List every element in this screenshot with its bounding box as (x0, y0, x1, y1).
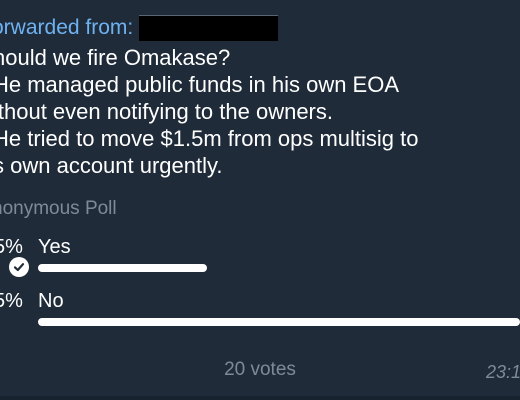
option-label: Yes (38, 236, 71, 258)
option-result-bar (38, 264, 520, 272)
question-line: s own account urgently. (0, 153, 223, 178)
check-circle-icon (9, 257, 29, 277)
poll-option-yes[interactable]: 5% Yes (0, 233, 520, 293)
question-line: He managed public funds in his own EOA (0, 72, 400, 97)
poll-option-no[interactable]: 5% No (0, 287, 520, 347)
question-line: hould we fire Omakase? (0, 45, 231, 70)
forwarded-from-label: orwarded from: (0, 16, 134, 39)
option-percent: 5% (0, 290, 23, 312)
poll-question: hould we fire Omakase? He managed public… (0, 44, 520, 179)
poll-vote-count[interactable]: 20 votes (0, 356, 520, 384)
option-result-bar-fill (38, 318, 520, 326)
forwarded-header: orwarded from: (0, 14, 279, 42)
poll-type-label: nonymous Poll (0, 198, 117, 219)
question-line: ithout even notifying to the owners. (0, 99, 333, 124)
option-result-bar-fill (38, 264, 207, 272)
redacted-sender (139, 15, 279, 41)
message-timestamp: 23:1 (486, 362, 520, 382)
poll-message-bubble: orwarded from: hould we fire Omakase? He… (0, 0, 520, 400)
option-label: No (38, 290, 64, 312)
option-result-bar (38, 318, 520, 326)
question-line: He tried to move $1.5m from ops multisig… (0, 126, 419, 151)
bubble-divider (0, 396, 520, 400)
